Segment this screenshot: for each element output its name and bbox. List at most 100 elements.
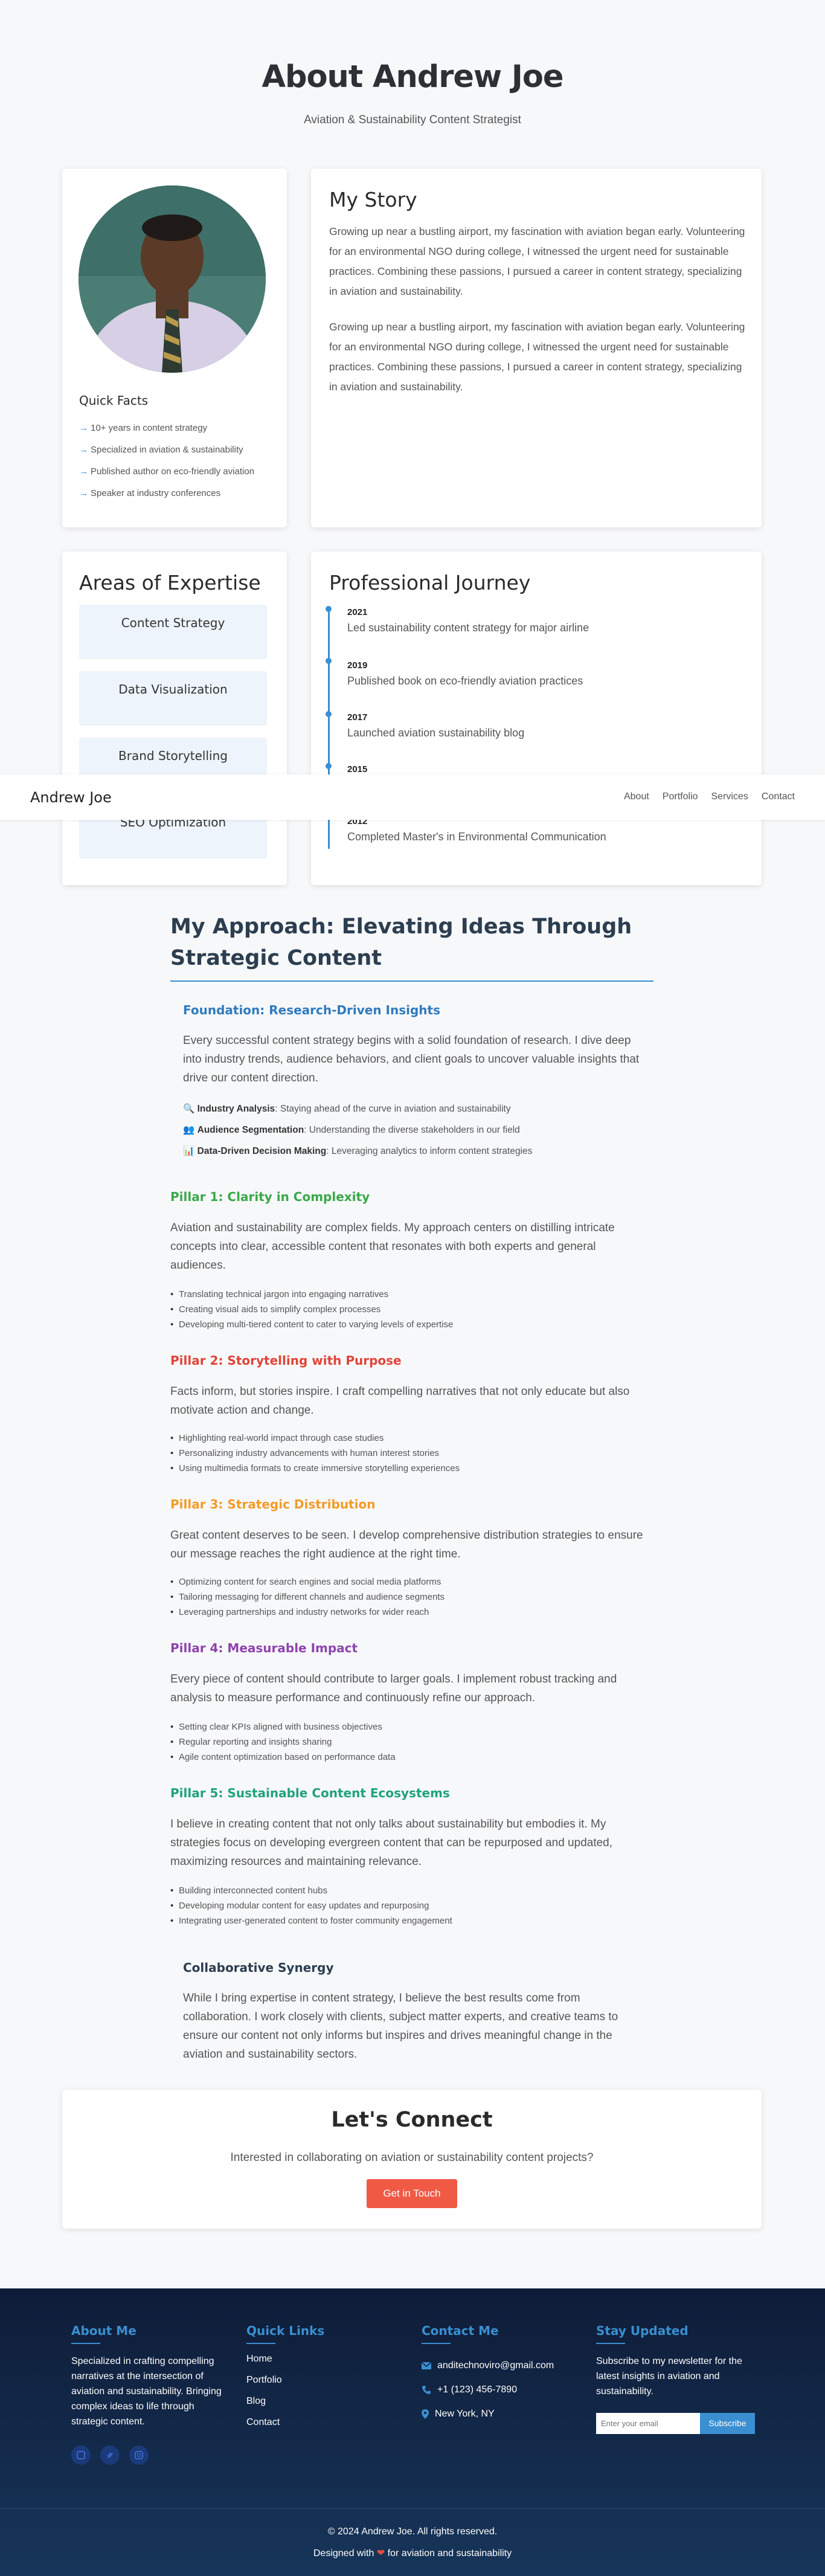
pillar-list: Optimizing content for search engines an… [170, 1574, 445, 1620]
list-item: Leveraging partnerships and industry net… [170, 1605, 445, 1620]
foundation-text: Every successful content strategy begins… [183, 1034, 640, 1084]
footer-link-contact[interactable]: Contact [246, 2417, 409, 2438]
page-subtitle: Aviation & Sustainability Content Strate… [304, 114, 521, 126]
list-item: Building interconnected content hubs [170, 1883, 452, 1898]
timeline-year: 2015 [347, 764, 368, 774]
footer-location: New York, NY [422, 2402, 585, 2426]
footer-links-title: Quick Links [246, 2323, 325, 2338]
list-item: Using multimedia formats to create immer… [170, 1461, 460, 1476]
list-item: Developing multi-tiered content to cater… [170, 1317, 453, 1332]
timeline-dot [326, 711, 332, 717]
footer-about-title: About Me [71, 2323, 136, 2338]
footer-news-title: Stay Updated [596, 2323, 689, 2338]
pillar-heading: Pillar 2: Storytelling with Purpose [170, 1353, 402, 1368]
nav-link-portfolio[interactable]: Portfolio [663, 791, 698, 802]
arrow-right-icon: → [79, 466, 88, 477]
nav-link-about[interactable]: About [624, 791, 649, 802]
expertise-item: Content Strategy [79, 605, 267, 659]
footer-contact: Contact Me anditechnoviro@gmail.com +1 (… [422, 2323, 585, 2426]
footer-email[interactable]: anditechnoviro@gmail.com [422, 2354, 585, 2378]
footer-link-home[interactable]: Home [246, 2354, 409, 2375]
footer-links: Quick Links Home Portfolio Blog Contact [246, 2323, 409, 2438]
profile-photo [79, 185, 266, 373]
pillar-text: Every piece of content should contribute… [170, 1673, 617, 1704]
list-item: Integrating user-generated content to fo… [170, 1913, 452, 1928]
timeline-year: 2021 [347, 607, 368, 617]
footer-link-portfolio[interactable]: Portfolio [246, 2375, 409, 2396]
arrow-right-icon: → [79, 488, 88, 498]
fact-item: → Specialized in aviation & sustainabilit… [79, 445, 243, 455]
connect-card: Let's Connect Interested in collaboratin… [62, 2090, 762, 2229]
pillar-list: Translating technical jargon into engagi… [170, 1287, 453, 1332]
list-item: Setting clear KPIs aligned with business… [170, 1719, 396, 1734]
foundation-heading: Foundation: Research-Driven Insights [183, 1003, 441, 1017]
connect-title: Let's Connect [331, 2108, 493, 2132]
phone-icon [422, 2386, 431, 2394]
footer-phone[interactable]: +1 (123) 456-7890 [422, 2378, 585, 2402]
journey-title: Professional Journey [329, 571, 531, 594]
timeline-text: Led sustainability content strategy for … [347, 622, 589, 634]
footer-underline [422, 2343, 451, 2344]
story-paragraph: Growing up near a bustling airport, my f… [329, 321, 745, 393]
expertise-item: Data Visualization [79, 671, 267, 726]
instagram-icon[interactable] [129, 2446, 149, 2465]
timeline-text: Launched aviation sustainability blog [347, 727, 525, 739]
story-title: My Story [329, 188, 417, 211]
footer-designed: Designed with ❤ for aviation and sustain… [313, 2548, 512, 2558]
quick-facts-list: → 10+ years in content strategy → Speciali… [79, 422, 254, 509]
linkedin-icon[interactable] [71, 2446, 91, 2465]
page-title: About Andrew Joe [262, 59, 564, 95]
synergy-heading: Collaborative Synergy [183, 1960, 334, 1975]
get-in-touch-button[interactable]: Get in Touch [367, 2179, 457, 2208]
timeline-dot [326, 658, 332, 664]
nav-links: About Portfolio Services Contact [624, 791, 795, 802]
list-item: Tailoring messaging for different channe… [170, 1589, 445, 1605]
pillar-text: Facts inform, but stories inspire. I cra… [170, 1385, 630, 1417]
newsletter-email-input[interactable] [596, 2413, 700, 2434]
footer-about-text: Specialized in crafting compelling narra… [71, 2356, 222, 2427]
arrow-right-icon: → [79, 423, 88, 433]
feature-item: 📊 Data-Driven Decision Making: Leveragin… [183, 1146, 533, 1156]
list-item: Optimizing content for search engines an… [170, 1574, 445, 1589]
fact-item: → 10+ years in content strategy [79, 423, 208, 433]
footer-copyright: © 2024 Andrew Joe. All rights reserved. [327, 2526, 498, 2537]
pillar-heading: Pillar 3: Strategic Distribution [170, 1497, 376, 1512]
list-item: Agile content optimization based on perf… [170, 1750, 396, 1765]
footer-news-text: Subscribe to my newsletter for the lates… [596, 2356, 742, 2397]
approach-title: My Approach: Elevating Ideas Through Str… [170, 915, 632, 970]
feature-item: 👥 Audience Segmentation: Understanding t… [183, 1125, 520, 1135]
expertise-title: Areas of Expertise [79, 571, 261, 594]
heart-icon: ❤ [376, 2548, 385, 2558]
footer-underline [246, 2343, 275, 2344]
timeline-dot [326, 606, 332, 612]
connect-text: Interested in collaborating on aviation … [230, 2151, 594, 2164]
fact-item: → Published author on eco-friendly aviati… [79, 466, 255, 477]
profile-card: Quick Facts → 10+ years in content strate… [62, 169, 287, 527]
nav-link-contact[interactable]: Contact [762, 791, 795, 802]
pillar-list: Highlighting real-world impact through c… [170, 1431, 460, 1476]
story-paragraph: Growing up near a bustling airport, my f… [329, 225, 745, 297]
synergy-text: While I bring expertise in content strat… [183, 1992, 618, 2061]
pillar-heading: Pillar 1: Clarity in Complexity [170, 1190, 370, 1204]
nav-brand[interactable]: Andrew Joe [30, 789, 112, 806]
list-item: Translating technical jargon into engagi… [170, 1287, 453, 1302]
pillar-text: Aviation and sustainability are complex … [170, 1222, 615, 1272]
footer-newsletter: Stay Updated Subscribe to my newsletter … [596, 2323, 759, 2399]
subscribe-button[interactable]: Subscribe [700, 2413, 755, 2434]
footer-contact-title: Contact Me [422, 2323, 499, 2338]
list-item: Regular reporting and insights sharing [170, 1734, 396, 1750]
pillar-text: I believe in creating content that not o… [170, 1818, 613, 1868]
fact-item: → Speaker at industry conferences [79, 488, 221, 498]
pillar-list: Building interconnected content hubs Dev… [170, 1883, 452, 1928]
journey-card: Professional Journey 2021 Led sustainabi… [311, 552, 762, 885]
expertise-card: Areas of Expertise Content Strategy Data… [62, 552, 287, 885]
footer-link-blog[interactable]: Blog [246, 2396, 409, 2417]
pillar-list: Setting clear KPIs aligned with business… [170, 1719, 396, 1765]
navbar: Andrew Joe About Portfolio Services Cont… [0, 774, 825, 820]
timeline-year: 2017 [347, 712, 368, 723]
arrow-right-icon: → [79, 445, 88, 455]
nav-link-services[interactable]: Services [711, 791, 748, 802]
footer: About Me Specialized in crafting compell… [0, 2288, 825, 2576]
twitter-icon[interactable] [100, 2446, 120, 2465]
list-item: Personalizing industry advancements with… [170, 1446, 460, 1461]
